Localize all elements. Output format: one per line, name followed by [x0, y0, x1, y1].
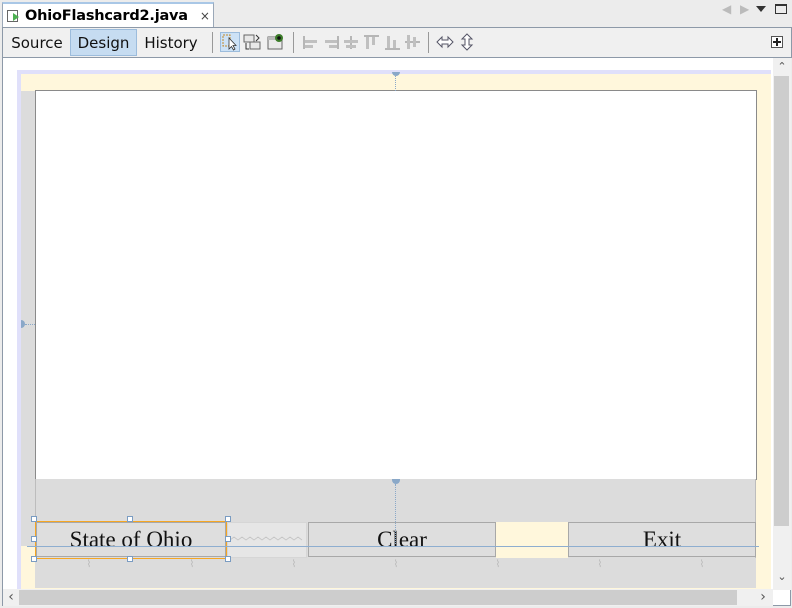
vertical-scroll-thumb[interactable] [774, 76, 789, 526]
toolbar-separator [212, 32, 213, 53]
tab-design[interactable]: Design [70, 29, 137, 56]
resize-handle-n[interactable] [127, 516, 133, 522]
gap-spring-icon: ⌇ [291, 559, 297, 570]
resize-handle-s[interactable] [127, 556, 133, 562]
scroll-up-icon[interactable]: ⌃ [774, 60, 790, 73]
exit-button[interactable]: Exit [568, 522, 756, 557]
anchor-guide-center [395, 484, 396, 544]
layout-gap-resizable [227, 522, 307, 558]
gap-spring-icon: ⌇ [495, 559, 501, 570]
anchor-guide-top [395, 76, 396, 91]
scroll-tabs-right-icon[interactable]: ▶ [740, 2, 749, 16]
netbeans-gui-builder: OhioFlashcard2.java × ◀ ▶ Source Design … [0, 0, 792, 608]
anchor-guide-left [25, 324, 35, 325]
horizontal-scrollbar[interactable]: ‹ › [3, 589, 773, 606]
scroll-left-icon[interactable]: ‹ [3, 589, 19, 605]
resize-handle-w[interactable] [31, 536, 37, 542]
java-form-file-icon [6, 9, 22, 23]
align-right-icon[interactable] [321, 32, 341, 52]
change-horizontal-resizability-icon[interactable] [435, 32, 455, 52]
scroll-tabs-left-icon[interactable]: ◀ [722, 2, 731, 16]
tab-source[interactable]: Source [5, 29, 69, 56]
change-vertical-resizability-icon[interactable] [457, 32, 477, 52]
resize-handle-ne[interactable] [225, 516, 231, 522]
align-bottom-icon[interactable] [383, 32, 403, 52]
editor-tab-strip: OhioFlashcard2.java × ◀ ▶ [0, 0, 792, 28]
connection-mode-icon[interactable] [242, 32, 262, 52]
horizontal-scroll-thumb[interactable] [19, 590, 737, 605]
maximize-window-icon[interactable] [775, 4, 787, 14]
selection-outline [35, 521, 227, 559]
center-horizontally-icon[interactable] [341, 32, 361, 52]
gap-spring-icon: ⌇ [393, 559, 399, 570]
gap-spring-icon: ⌇ [86, 559, 92, 570]
palette-toggle-icon[interactable] [771, 36, 783, 48]
resize-handle-sw[interactable] [31, 556, 37, 562]
clear-button[interactable]: Clear [308, 522, 496, 557]
layout-gap-bottom: ⌇ ⌇ ⌇ ⌇ ⌇ ⌇ ⌇ [35, 558, 756, 588]
gap-spring-icon: ⌇ [699, 559, 705, 570]
toolbar-separator [428, 32, 429, 53]
scroll-right-icon[interactable]: › [755, 589, 771, 605]
baseline-guide [27, 546, 759, 547]
gap-spring-icon: ⌇ [597, 559, 603, 570]
jpanel-display[interactable] [35, 90, 757, 480]
resize-handle-nw[interactable] [31, 516, 37, 522]
tab-history[interactable]: History [139, 29, 203, 56]
resize-handle-e[interactable] [225, 536, 231, 542]
design-canvas[interactable]: ⌇ ⌇ ⌇ ⌇ ⌇ ⌇ ⌇ State of Ohio Clear Exit ⌃… [2, 58, 791, 606]
close-tab-icon[interactable]: × [200, 9, 210, 23]
show-opened-documents-icon[interactable] [756, 6, 766, 12]
resize-handle-se[interactable] [225, 556, 231, 562]
vertical-scrollbar[interactable]: ⌃ ⌄ [773, 58, 791, 590]
editor-toolbar: Source Design History [2, 27, 792, 58]
align-left-icon[interactable] [301, 32, 321, 52]
gap-spring-icon: ⌇ [189, 559, 195, 570]
selection-mode-icon[interactable] [220, 32, 240, 52]
scroll-down-icon[interactable]: ⌄ [774, 570, 790, 583]
align-top-icon[interactable] [362, 32, 382, 52]
center-vertically-icon[interactable] [403, 32, 423, 52]
editor-tab[interactable]: OhioFlashcard2.java × [2, 2, 214, 28]
toolbar-separator [293, 32, 294, 53]
layout-gap-fixed [496, 522, 568, 558]
editor-tab-title: OhioFlashcard2.java [25, 8, 188, 24]
preview-design-icon[interactable] [266, 32, 286, 52]
layout-gap-left [21, 91, 35, 546]
